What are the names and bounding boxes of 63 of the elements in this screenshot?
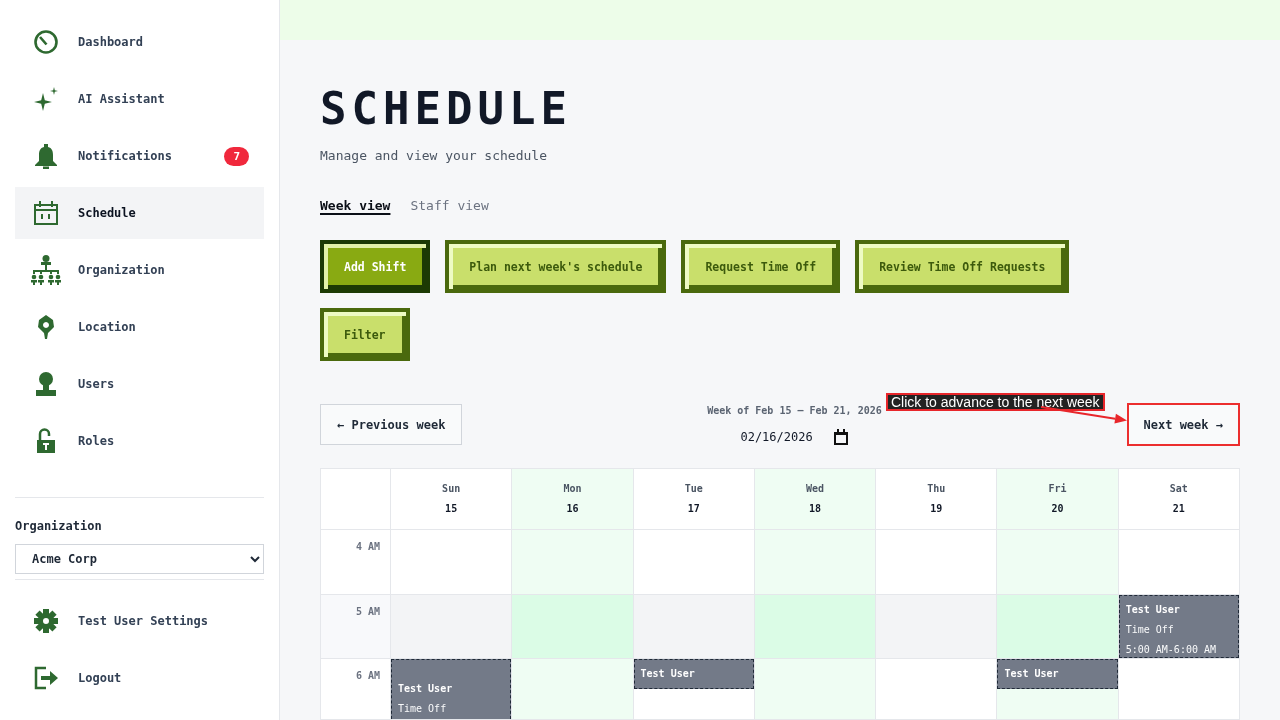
gauge-icon [33, 29, 59, 55]
day-number: 20 [1051, 502, 1064, 516]
shift-event[interactable]: Test User Time Off 5:00 AM-6:00 AM [1118, 595, 1239, 658]
event-title: Test User [1004, 667, 1059, 681]
action-button[interactable]: Request Time Off [681, 240, 841, 293]
nav-item[interactable]: Organization [15, 244, 264, 296]
nav-item[interactable]: Users [15, 358, 264, 410]
weekday-label: Mon [563, 482, 582, 496]
bell-icon [33, 143, 59, 169]
weekday-label: Sun [442, 482, 461, 496]
count-badge: 7 [224, 146, 249, 166]
weekday-label: Thu [927, 482, 946, 496]
action-button[interactable]: Review Time Off Requests [855, 240, 1070, 293]
page-subtitle: Manage and view your schedule [320, 147, 547, 165]
page-title: SCHEDULE [320, 87, 572, 131]
nav-item[interactable]: Schedule [15, 187, 264, 239]
logout-icon [33, 665, 59, 691]
previous-week-button[interactable]: ← Previous week [320, 404, 463, 445]
weekday-label: Tue [684, 482, 703, 496]
event-title: Test User [1125, 603, 1180, 617]
nav-item[interactable]: Roles [15, 415, 264, 467]
day-number: 16 [566, 502, 579, 516]
weekday-label: Wed [805, 482, 824, 496]
calendar-icon [33, 200, 59, 226]
view-tab[interactable]: Staff view [410, 197, 489, 215]
tooltip-callout: Click to advance to the next week [886, 393, 1105, 411]
event-type: Time Off [398, 702, 447, 716]
weekday-label: Sat [1169, 482, 1188, 496]
event-time: 5:00 AM-6:00 AM [1125, 643, 1216, 657]
day-number: 17 [687, 502, 700, 516]
shift-event[interactable]: Test User [633, 659, 754, 689]
settings-icon [33, 608, 59, 634]
time-label: 5 AM [355, 606, 380, 617]
nav-item[interactable]: Notifications 7 [15, 130, 264, 182]
sidebar-link[interactable]: Logout [15, 652, 264, 704]
action-button[interactable]: Filter [320, 308, 410, 361]
day-number: 18 [808, 502, 821, 516]
date-field[interactable]: 02/16/2026 [740, 429, 817, 445]
time-label: 6 AM [355, 670, 380, 681]
week-range-label: Week of Feb 15 – Feb 21, 2026 [707, 404, 882, 418]
event-title: Test User [640, 667, 695, 681]
nav-item[interactable]: Location [15, 301, 264, 353]
event-title: Test User [398, 682, 453, 696]
view-tab[interactable]: Week view [320, 197, 391, 215]
event-type: Time Off [1125, 623, 1174, 637]
day-number: 19 [930, 502, 943, 516]
nav-item[interactable]: Dashboard [15, 16, 264, 68]
weekday-label: Fri [1048, 482, 1067, 496]
action-button[interactable]: Plan next week's schedule [445, 240, 667, 293]
calendar-icon[interactable] [834, 429, 849, 445]
sparkle-icon [33, 86, 59, 112]
time-label: 4 AM [355, 541, 380, 552]
day-number: 15 [445, 502, 458, 516]
sidebar-link[interactable]: Test User Settings [15, 595, 264, 647]
user-icon [33, 371, 59, 397]
shift-event[interactable]: Test User [997, 659, 1118, 689]
day-number: 21 [1172, 502, 1185, 516]
field-label: Organization [15, 518, 102, 534]
nav-item[interactable]: AI Assistant [15, 73, 264, 125]
org-chart-icon [30, 254, 62, 286]
shift-event[interactable]: Test User Time Off [391, 659, 512, 719]
organization-select[interactable]: Acme Corp [15, 544, 264, 574]
next-week-button[interactable]: Next week → [1126, 403, 1240, 446]
